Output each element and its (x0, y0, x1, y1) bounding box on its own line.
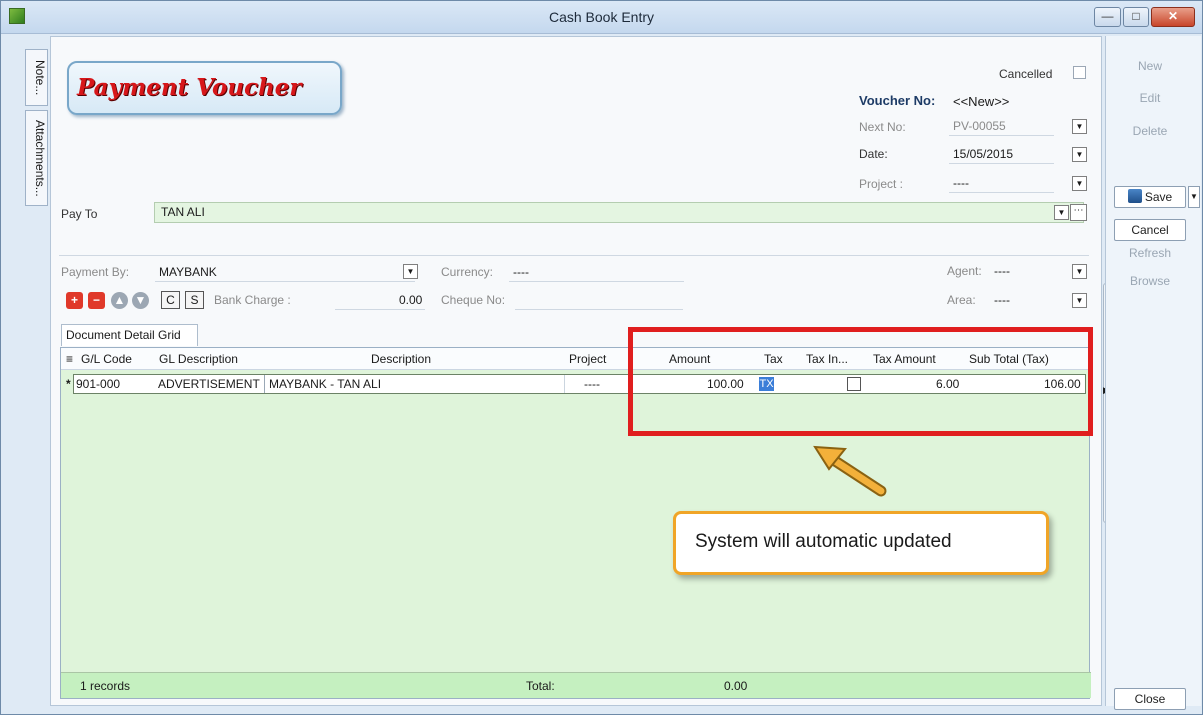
close-window-button[interactable]: ✕ (1151, 7, 1195, 27)
callout-arrow (813, 445, 887, 497)
save-button[interactable]: Save (1114, 186, 1186, 208)
attachments-tab[interactable]: Attachments... (25, 110, 48, 206)
side-tabs: Note... Attachments... (25, 49, 48, 210)
title-bar: Cash Book Entry — □ ✕ (1, 1, 1202, 34)
maximize-button[interactable]: □ (1123, 7, 1149, 27)
callout-box: System will automatic updated (673, 511, 1049, 575)
callout-text: System will automatic updated (695, 531, 952, 552)
close-button[interactable]: Close (1114, 688, 1186, 710)
minimize-button[interactable]: — (1094, 7, 1121, 27)
save-label: Save (1144, 190, 1173, 204)
cancel-button[interactable]: Cancel (1114, 219, 1186, 241)
note-tab[interactable]: Note... (25, 49, 48, 106)
delete-button[interactable]: Delete (1114, 121, 1186, 143)
save-dropdown-arrow[interactable]: ▼ (1188, 186, 1200, 208)
window-title: Cash Book Entry (548, 9, 655, 25)
cash-book-entry-window: Cash Book Entry — □ ✕ Note... Attachment… (0, 0, 1203, 715)
refresh-button[interactable]: Refresh (1114, 243, 1186, 265)
browse-button[interactable]: Browse (1114, 271, 1186, 293)
voucher-form: Payment Voucher Cancelled Voucher No: <<… (50, 36, 1110, 706)
action-panel: New Edit Delete Save ▼ Cancel Refresh Br… (1105, 36, 1201, 710)
edit-button[interactable]: Edit (1114, 88, 1186, 110)
new-button[interactable]: New (1114, 56, 1186, 78)
save-disk-icon (1127, 189, 1142, 203)
